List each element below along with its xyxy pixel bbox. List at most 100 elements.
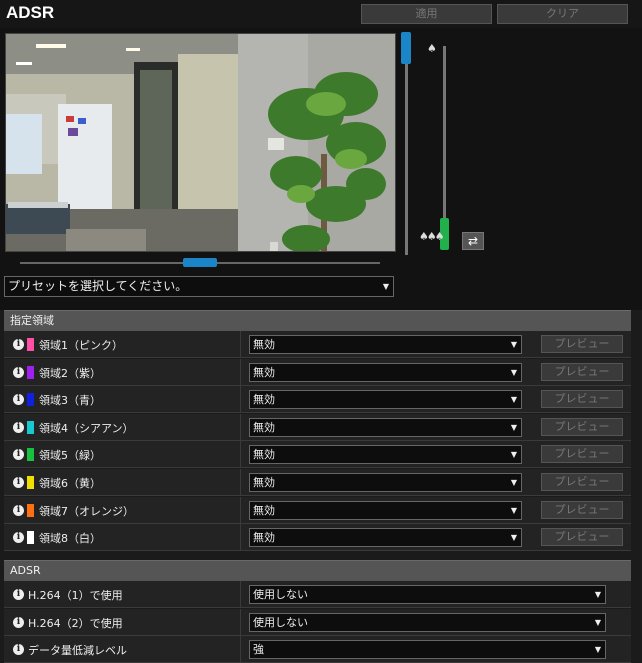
preview-button[interactable]: プレビュー [541, 445, 623, 464]
adsr-label: データ量低減レベル [28, 644, 127, 658]
regions-section-header: 指定領域 [4, 310, 631, 331]
camera-panel: ♠ ♠♠♠ ⇄ プリセットを選択してください。 ▼ [0, 28, 642, 310]
region-row: i 領域5（緑） 無効 ▼ プレビュー [4, 441, 631, 469]
adsr-row: i H.264（2）で使用 使用しない ▼ [4, 608, 631, 636]
single-tree-icon: ♠ [427, 42, 437, 55]
adsr-row: i データ量低減レベル 強 ▼ [4, 636, 631, 663]
region-mode-select[interactable]: 無効 ▼ [249, 528, 522, 548]
region-mode-select[interactable]: 無効 ▼ [249, 417, 522, 437]
region-label-cell: i 領域3（青） [4, 386, 240, 413]
apply-button[interactable]: 適用 [361, 4, 492, 24]
pan-slider-handle[interactable] [183, 258, 217, 267]
chevron-down-icon: ▼ [594, 645, 601, 655]
camera-view[interactable] [5, 33, 396, 252]
region-label-cell: i 領域5（緑） [4, 441, 240, 468]
adsr-label-cell: i H.264（1）で使用 [4, 581, 240, 608]
chevron-down-icon: ▼ [510, 478, 517, 487]
adsr-select-value: 強 [253, 643, 264, 657]
region-row: i 領域7（オレンジ） 無効 ▼ プレビュー [4, 496, 631, 524]
region-label: 領域6（黄） [39, 477, 101, 490]
region-row: i 領域8（白） 無効 ▼ プレビュー [4, 524, 631, 552]
region-mode-select[interactable]: 無効 ▼ [249, 500, 522, 520]
zoom-slider-handle[interactable] [401, 32, 411, 64]
adsr-label-cell: i H.264（2）で使用 [4, 609, 240, 636]
region-mode-select[interactable]: 無効 ▼ [249, 390, 522, 410]
region-mode-value: 無効 [253, 503, 275, 517]
adsr-select[interactable]: 使用しない ▼ [249, 612, 606, 632]
region-label: 領域1（ピンク） [39, 339, 123, 352]
preview-button[interactable]: プレビュー [541, 362, 623, 381]
info-icon[interactable]: i [13, 504, 24, 516]
swap-icon[interactable]: ⇄ [462, 232, 484, 250]
region-mode-value: 無効 [253, 365, 275, 379]
info-icon[interactable]: i [13, 394, 24, 406]
preview-button[interactable]: プレビュー [541, 390, 623, 409]
region-color-swatch [27, 365, 34, 379]
region-mode-select[interactable]: 無効 ▼ [249, 335, 522, 354]
region-label: 領域2（紫） [39, 366, 101, 380]
region-row: i 領域3（青） 無効 ▼ プレビュー [4, 386, 631, 414]
chevron-down-icon: ▼ [510, 340, 517, 349]
adsr-select[interactable]: 使用しない ▼ [249, 585, 606, 604]
region-mode-select[interactable]: 無効 ▼ [249, 445, 522, 465]
adsr-label-cell: i データ量低減レベル [4, 636, 240, 663]
depth-slider-track[interactable] [443, 46, 446, 240]
region-row: i 領域2（紫） 無効 ▼ プレビュー [4, 358, 631, 386]
preview-button[interactable]: プレビュー [541, 335, 623, 353]
info-icon[interactable]: i [13, 589, 24, 600]
region-color-swatch [27, 531, 34, 545]
chevron-down-icon: ▼ [594, 617, 601, 627]
chevron-down-icon: ▼ [594, 590, 601, 599]
chevron-down-icon: ▼ [510, 395, 517, 405]
clear-button[interactable]: クリア [497, 4, 628, 24]
adsr-select-value: 使用しない [253, 588, 308, 601]
info-icon[interactable]: i [13, 644, 24, 656]
camera-image [6, 34, 395, 251]
info-icon[interactable]: i [13, 421, 24, 433]
region-label: 領域4（シアアン） [39, 421, 134, 435]
region-mode-value: 無効 [253, 393, 275, 407]
chevron-down-icon: ▼ [510, 367, 517, 377]
adsr-section-header: ADSR [4, 560, 631, 581]
region-label: 領域7（オレンジ） [39, 504, 134, 518]
region-mode-select[interactable]: 無効 ▼ [249, 473, 522, 492]
preview-button[interactable]: プレビュー [541, 500, 623, 519]
info-icon[interactable]: i [13, 477, 24, 488]
region-label: 領域8（白） [39, 532, 101, 546]
region-color-swatch [27, 503, 34, 517]
info-icon[interactable]: i [13, 449, 24, 461]
chevron-down-icon: ▼ [510, 450, 517, 460]
preset-select-value: プリセットを選択してください。 [8, 279, 188, 293]
page-title: ADSR [6, 3, 55, 22]
region-row: i 領域4（シアアン） 無効 ▼ プレビュー [4, 413, 631, 441]
adsr-select[interactable]: 強 ▼ [249, 640, 606, 660]
region-color-swatch [27, 476, 34, 489]
region-color-swatch [27, 393, 34, 407]
region-mode-value: 無効 [253, 338, 275, 351]
chevron-down-icon: ▼ [510, 422, 517, 432]
info-icon[interactable]: i [13, 616, 24, 628]
adsr-label: H.264（1）で使用 [28, 589, 123, 602]
region-color-swatch [27, 448, 34, 462]
info-icon[interactable]: i [13, 532, 24, 544]
preview-button[interactable]: プレビュー [541, 528, 623, 547]
region-label-cell: i 領域4（シアアン） [4, 414, 240, 441]
adsr-select-value: 使用しない [253, 615, 308, 629]
region-label-cell: i 領域7（オレンジ） [4, 497, 240, 524]
preview-button[interactable]: プレビュー [541, 473, 623, 491]
zoom-slider-track[interactable] [405, 38, 408, 255]
chevron-down-icon: ▼ [510, 533, 517, 543]
adsr-row: i H.264（1）で使用 使用しない ▼ [4, 581, 631, 608]
region-label: 領域5（緑） [39, 449, 101, 463]
header-bar: ADSR 適用 クリア [0, 0, 642, 28]
info-icon[interactable]: i [13, 366, 24, 378]
preview-button[interactable]: プレビュー [541, 417, 623, 436]
region-color-swatch [27, 420, 34, 434]
region-mode-value: 無効 [253, 448, 275, 462]
region-mode-select[interactable]: 無効 ▼ [249, 362, 522, 382]
region-row: i 領域6（黄） 無効 ▼ プレビュー [4, 469, 631, 496]
region-row: i 領域1（ピンク） 無効 ▼ プレビュー [4, 331, 631, 358]
info-icon[interactable]: i [13, 339, 24, 350]
multi-tree-icon: ♠♠♠ [419, 230, 445, 243]
preset-select[interactable]: プリセットを選択してください。 ▼ [4, 276, 394, 297]
